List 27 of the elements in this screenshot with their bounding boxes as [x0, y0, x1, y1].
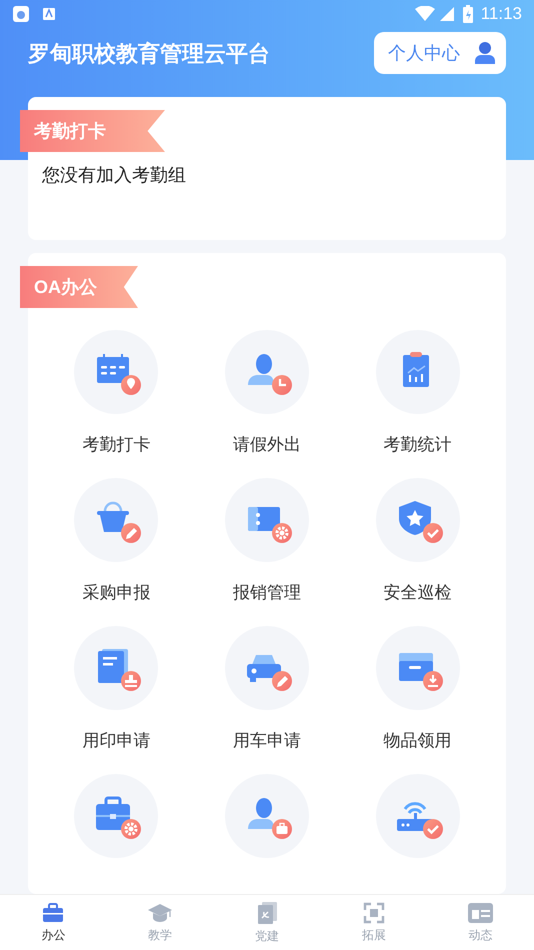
wifi-icon [414, 6, 435, 22]
graduation-cap-icon [147, 902, 174, 924]
feature-label[interactable]: 报销管理 [232, 580, 301, 606]
newspaper-icon [466, 902, 495, 924]
attendance-message: 您没有加入考勤组 [42, 164, 187, 187]
signal-icon [438, 6, 455, 22]
status-time: 11:13 [480, 3, 522, 26]
feature-label[interactable]: 物品领用 [384, 728, 452, 754]
keyboard-icon [42, 7, 56, 21]
app-title: 罗甸职校教育管理云平台 [28, 40, 271, 68]
battery-icon [462, 5, 473, 23]
document-emblem-icon [256, 900, 278, 924]
section-tag: 考勤打卡 [20, 110, 165, 152]
section-tag: OA办公 [20, 266, 138, 308]
briefcase-icon [41, 902, 66, 924]
user-icon [474, 41, 496, 65]
profile-button[interactable]: 个人中心 [374, 32, 506, 74]
scan-frame-icon [362, 902, 385, 924]
feature-label[interactable]: 请假外出 [232, 432, 301, 458]
feature-label[interactable]: 安全巡检 [384, 580, 452, 606]
feature-label[interactable]: 用车申请 [232, 728, 301, 754]
app-notification-icon [12, 5, 30, 23]
feature-label[interactable]: 考勤统计 [384, 432, 452, 458]
feature-label[interactable]: 用印申请 [82, 728, 150, 754]
feature-label[interactable]: 采购申报 [82, 580, 150, 606]
nav-tab[interactable]: 办公 [0, 895, 107, 950]
feature-label[interactable]: 考勤打卡 [82, 432, 150, 458]
